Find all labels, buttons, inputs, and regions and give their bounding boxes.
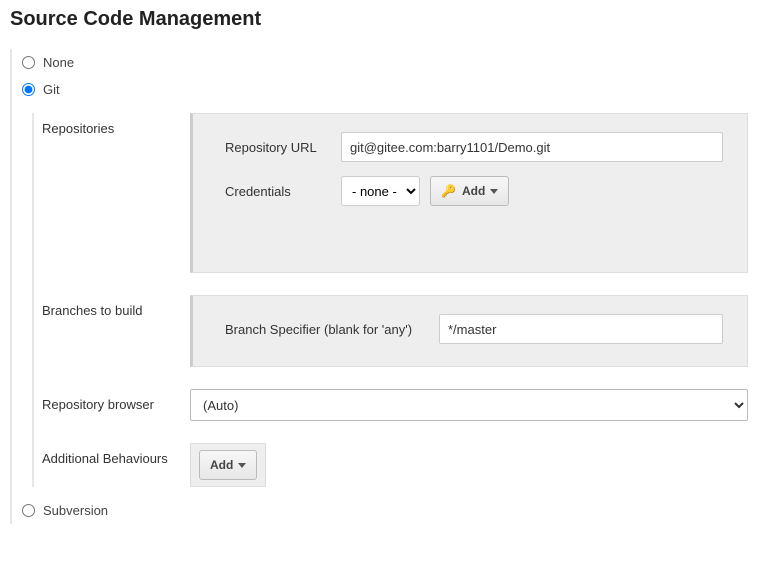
credentials-select[interactable]: - none - [341,176,420,206]
add-credentials-label: Add [462,184,485,198]
radio-none-label: None [43,55,74,70]
section-title: Source Code Management [10,8,748,31]
additional-behaviours-row: Additional Behaviours Add [42,443,748,487]
branch-specifier-line: Branch Specifier (blank for 'any') [225,314,723,344]
key-icon: 🔑 [441,184,456,198]
radio-git-label: Git [43,82,60,97]
additional-behaviours-label: Additional Behaviours [42,443,190,466]
scm-options-group: None Git Repositories Repository URL Cre [10,49,748,524]
repo-browser-row: Repository browser (Auto) [42,389,748,421]
radio-git[interactable] [22,83,35,96]
chevron-down-icon [490,189,498,194]
additional-behaviours-panel: Add [190,443,266,487]
repo-browser-select[interactable]: (Auto) [190,389,748,421]
credentials-label: Credentials [225,184,341,199]
credentials-line: Credentials - none - 🔑 Add [225,176,723,206]
repositories-label: Repositories [42,113,190,136]
chevron-down-icon [238,463,246,468]
radio-subversion[interactable] [22,504,35,517]
add-credentials-button[interactable]: 🔑 Add [430,176,509,206]
branches-panel: Branch Specifier (blank for 'any') [190,295,748,367]
add-behaviour-label: Add [210,458,233,472]
scm-option-subversion[interactable]: Subversion [22,497,748,524]
scm-option-git[interactable]: Git [22,76,748,103]
radio-none[interactable] [22,56,35,69]
branches-label: Branches to build [42,295,190,318]
add-behaviour-button[interactable]: Add [199,450,257,480]
repo-url-label: Repository URL [225,140,341,155]
repositories-panel: Repository URL Credentials - none - 🔑 [190,113,748,273]
repo-url-input[interactable] [341,132,723,162]
scm-option-none[interactable]: None [22,49,748,76]
branch-specifier-input[interactable] [439,314,723,344]
branches-row: Branches to build Branch Specifier (blan… [42,295,748,367]
repo-browser-label: Repository browser [42,389,190,412]
radio-subversion-label: Subversion [43,503,108,518]
repo-url-line: Repository URL [225,132,723,162]
repositories-row: Repositories Repository URL Credentials … [42,113,748,273]
git-config-body: Repositories Repository URL Credentials … [32,113,748,487]
branch-specifier-label: Branch Specifier (blank for 'any') [225,322,439,337]
